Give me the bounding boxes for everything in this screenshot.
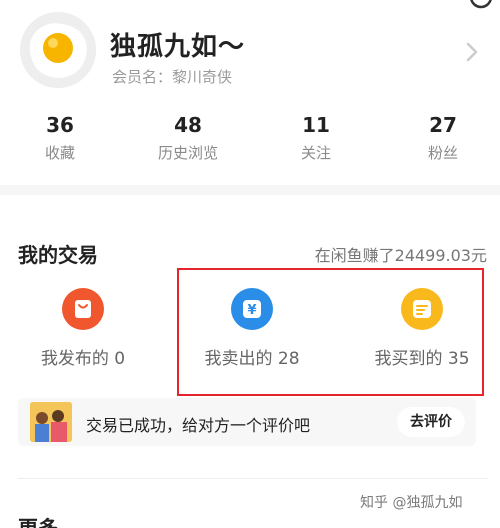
chevron-right-icon[interactable]: [465, 40, 479, 64]
stat-history[interactable]: 48 历史浏览: [138, 112, 238, 163]
more-title: 更多: [18, 516, 58, 528]
trade-card: 我的交易 在闲鱼赚了24499.03元 我发布的 0 ¥ 我卖出的 28 我买到…: [0, 195, 500, 528]
profile-card: 独孤九如～ 会员名：黎川奇侠 36 收藏 48 历史浏览 11 关注 27 粉丝: [0, 0, 500, 185]
member-name: 会员名：黎川奇侠: [112, 68, 233, 86]
stat-label: 收藏: [44, 144, 75, 162]
stat-label: 历史浏览: [157, 144, 218, 162]
product-thumbnail: [30, 402, 72, 442]
stat-label: 关注: [300, 144, 331, 162]
highlight-box: [177, 268, 484, 396]
review-button[interactable]: 去评价: [397, 407, 465, 437]
stat-value: 48: [174, 113, 202, 137]
stat-label: 粉丝: [427, 144, 458, 162]
watermark: 知乎 @独孤九如: [360, 495, 463, 511]
stat-value: 36: [46, 113, 74, 137]
notice-text: 交易已成功，给对方一个评价吧: [86, 416, 311, 435]
divider: [18, 478, 488, 479]
settings-icon[interactable]: [468, 0, 494, 10]
stats-row: 36 收藏 48 历史浏览 11 关注 27 粉丝: [0, 112, 500, 172]
trade-title: 我的交易: [18, 243, 98, 267]
stat-value: 11: [302, 113, 330, 137]
published-item[interactable]: 我发布的 0: [8, 288, 158, 376]
stat-following[interactable]: 11 关注: [266, 112, 366, 163]
avatar[interactable]: [20, 12, 96, 88]
earned-amount[interactable]: 在闲鱼赚了24499.03元: [315, 242, 487, 266]
stat-favorites[interactable]: 36 收藏: [10, 112, 110, 163]
bag-icon: [62, 288, 104, 330]
fried-egg-icon: [20, 12, 96, 88]
review-notice[interactable]: 交易已成功，给对方一个评价吧 去评价: [18, 398, 476, 446]
published-label: 我发布的 0: [40, 349, 126, 369]
stat-fans[interactable]: 27 粉丝: [393, 112, 493, 163]
stat-value: 27: [429, 113, 457, 137]
user-name: 独孤九如～: [110, 32, 246, 62]
